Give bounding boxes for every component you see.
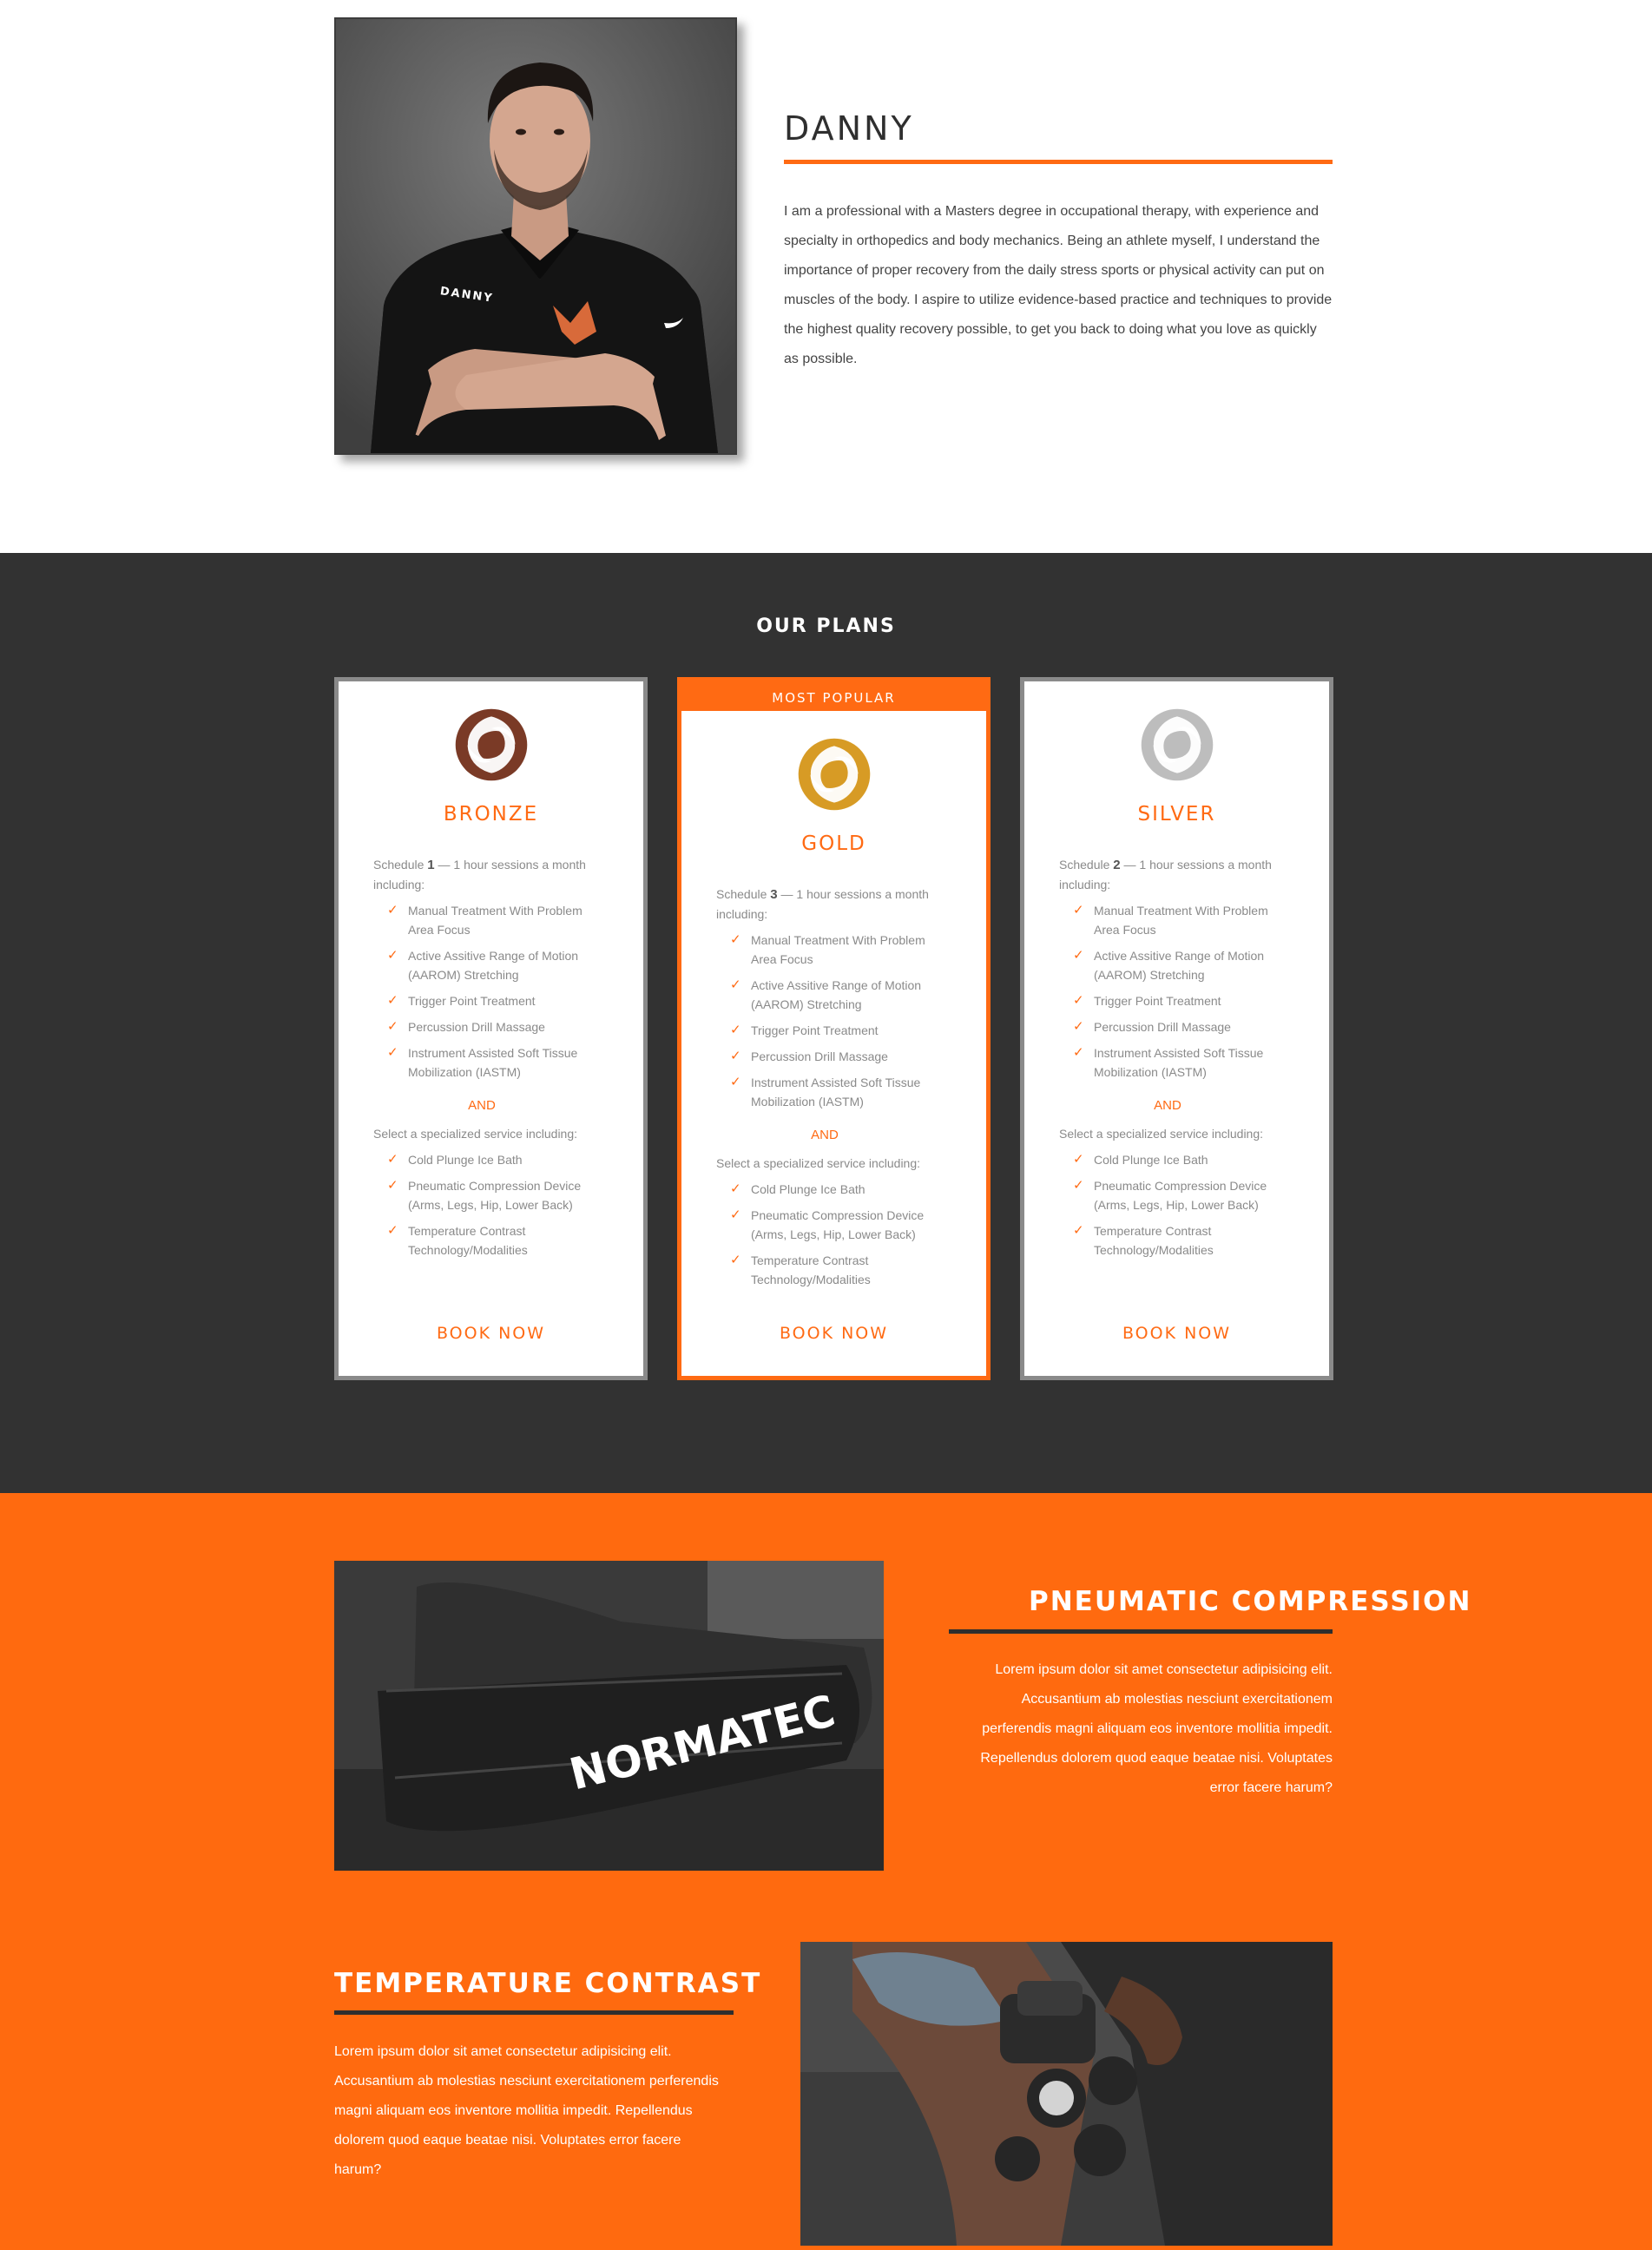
list-item: ✓ Cold Plunge Ice Bath xyxy=(373,1150,608,1169)
silver-phoenix-logo-icon xyxy=(1141,708,1213,781)
check-icon: ✓ xyxy=(387,993,398,1008)
plans-section: OUR PLANS BRONZE Schedule 1 — 1 hour ses… xyxy=(0,553,1652,1493)
book-now-button[interactable]: BOOK NOW xyxy=(681,1324,986,1343)
check-icon: ✓ xyxy=(1073,1178,1084,1193)
check-icon: ✓ xyxy=(387,1223,398,1238)
name-underline xyxy=(784,160,1333,164)
list-item: ✓ Pneumatic Compression Device (Arms, Leg… xyxy=(1073,1178,1267,1212)
list-item: ✓ Percussion Drill Massage xyxy=(716,1047,951,1066)
temperature-text: Lorem ipsum dolor sit amet consectetur a… xyxy=(334,2044,719,2177)
pneumatic-compression-image: NORMATEC xyxy=(334,1561,884,1871)
check-icon: ✓ xyxy=(1073,1152,1084,1167)
check-icon: ✓ xyxy=(730,1049,741,1063)
check-icon: ✓ xyxy=(1073,903,1084,918)
check-icon: ✓ xyxy=(387,1178,398,1193)
plan-name: SILVER xyxy=(1137,803,1216,826)
list-item: ✓ Temperature Contrast Technology/Modalit… xyxy=(387,1223,528,1257)
check-icon: ✓ xyxy=(730,1181,741,1196)
plans-title: OUR PLANS xyxy=(756,615,896,637)
check-icon: ✓ xyxy=(1073,1223,1084,1238)
trainer-name: DANNY xyxy=(784,109,914,148)
plan-select-label: Select a specialized service including: xyxy=(1059,1127,1264,1141)
check-icon: ✓ xyxy=(730,1253,741,1267)
trainer-bio: I am a professional with a Masters degre… xyxy=(784,204,1333,366)
list-item: ✓ Pneumatic Compression Device (Arms, Leg… xyxy=(387,1178,582,1212)
temperature-title: TEMPERATURE CONTRAST xyxy=(334,1968,762,1999)
temperature-contrast-image xyxy=(800,1942,1333,2246)
list-item: ✓ Cold Plunge Ice Bath xyxy=(716,1180,951,1199)
list-item: ✓ Trigger Point Treatment xyxy=(373,991,608,1010)
book-now-button[interactable]: BOOK NOW xyxy=(339,1324,643,1343)
plan-and-label: AND xyxy=(468,1098,496,1113)
plan-card-gold: MOST POPULAR GOLD Schedule 3 — 1 hour se… xyxy=(677,677,991,1380)
plan-name: BRONZE xyxy=(443,803,539,826)
about-section: DANNY DANNY I am a professional with a M… xyxy=(0,0,1652,553)
temperature-underline xyxy=(334,2010,734,2015)
pneumatic-title: PNEUMATIC COMPRESSION xyxy=(1029,1586,1472,1617)
plan-service-list: ✓ Cold Plunge Ice Bath ✓ Pneumatic Compres… xyxy=(373,1150,608,1266)
list-item: ✓ Manual Treatment With Problem Area Focu… xyxy=(730,932,925,966)
plan-and-label: AND xyxy=(811,1128,839,1142)
check-icon: ✓ xyxy=(1073,948,1084,963)
list-item: ✓ Trigger Point Treatment xyxy=(1059,991,1293,1010)
list-item: ✓ Percussion Drill Massage xyxy=(373,1017,608,1036)
book-now-button[interactable]: BOOK NOW xyxy=(1024,1324,1329,1343)
plan-card-bronze: BRONZE Schedule 1 — 1 hour sessions a mo… xyxy=(334,677,648,1380)
list-item: ✓ Pneumatic Compression Device (Arms, Leg… xyxy=(730,1207,925,1241)
check-icon: ✓ xyxy=(387,948,398,963)
list-item: ✓ Manual Treatment With Problem Area Focu… xyxy=(387,903,582,937)
plan-service-list: ✓ Cold Plunge Ice Bath ✓ Pneumatic Compres… xyxy=(1059,1150,1293,1266)
list-item: ✓ Percussion Drill Massage xyxy=(1059,1017,1293,1036)
plan-schedule: Schedule 3 — 1 hour sessions a month inc… xyxy=(716,887,929,921)
plan-card-silver: SILVER Schedule 2 — 1 hour sessions a mo… xyxy=(1020,677,1333,1380)
plan-select-label: Select a specialized service including: xyxy=(373,1127,578,1141)
plan-and-label: AND xyxy=(1154,1098,1181,1113)
trainer-photo: DANNY xyxy=(334,17,737,455)
plan-schedule: Schedule 1 — 1 hour sessions a month inc… xyxy=(373,858,586,891)
check-icon: ✓ xyxy=(1073,1045,1084,1060)
plan-schedule: Schedule 2 — 1 hour sessions a month inc… xyxy=(1059,858,1272,891)
check-icon: ✓ xyxy=(730,977,741,992)
check-icon: ✓ xyxy=(730,1207,741,1222)
check-icon: ✓ xyxy=(730,1023,741,1037)
plan-service-list: ✓ Cold Plunge Ice Bath ✓ Pneumatic Compres… xyxy=(716,1180,951,1296)
plan-feature-list: ✓ Manual Treatment With Problem Area Focu… xyxy=(716,931,951,1118)
check-icon: ✓ xyxy=(730,1075,741,1089)
list-item: ✓ Active Assitive Range of Motion (AAROM)… xyxy=(387,948,579,982)
check-icon: ✓ xyxy=(387,1152,398,1167)
plan-feature-list: ✓ Manual Treatment With Problem Area Focu… xyxy=(1059,901,1293,1089)
plan-name: GOLD xyxy=(801,832,866,855)
check-icon: ✓ xyxy=(387,903,398,918)
list-item: ✓ Active Assitive Range of Motion (AAROM)… xyxy=(1073,948,1265,982)
plan-select-label: Select a specialized service including: xyxy=(716,1156,921,1170)
check-icon: ✓ xyxy=(1073,1019,1084,1034)
list-item: ✓ Temperature Contrast Technology/Modalit… xyxy=(1073,1223,1214,1257)
check-icon: ✓ xyxy=(730,932,741,947)
list-item: ✓ Trigger Point Treatment xyxy=(716,1021,951,1040)
most-popular-badge: MOST POPULAR xyxy=(681,681,986,711)
bronze-phoenix-logo-icon xyxy=(455,708,527,781)
gold-phoenix-logo-icon xyxy=(798,738,870,811)
pneumatic-underline xyxy=(949,1629,1333,1634)
check-icon: ✓ xyxy=(387,1019,398,1034)
services-section: NORMATEC PNEUMATIC COMPRESSION Lorem ips… xyxy=(0,1493,1652,2250)
list-item: ✓ Instrument Assisted Soft Tissue Mobiliz… xyxy=(1073,1045,1264,1079)
check-icon: ✓ xyxy=(387,1045,398,1060)
list-item: ✓ Temperature Contrast Technology/Modalit… xyxy=(730,1253,871,1286)
list-item: ✓ Instrument Assisted Soft Tissue Mobiliz… xyxy=(730,1075,921,1109)
pneumatic-text: Lorem ipsum dolor sit amet consectetur a… xyxy=(980,1662,1333,1795)
plan-feature-list: ✓ Manual Treatment With Problem Area Focu… xyxy=(373,901,608,1089)
list-item: ✓ Cold Plunge Ice Bath xyxy=(1059,1150,1293,1169)
list-item: ✓ Active Assitive Range of Motion (AAROM)… xyxy=(730,977,922,1011)
list-item: ✓ Manual Treatment With Problem Area Focu… xyxy=(1073,903,1268,937)
check-icon: ✓ xyxy=(1073,993,1084,1008)
list-item: ✓ Instrument Assisted Soft Tissue Mobiliz… xyxy=(387,1045,578,1079)
